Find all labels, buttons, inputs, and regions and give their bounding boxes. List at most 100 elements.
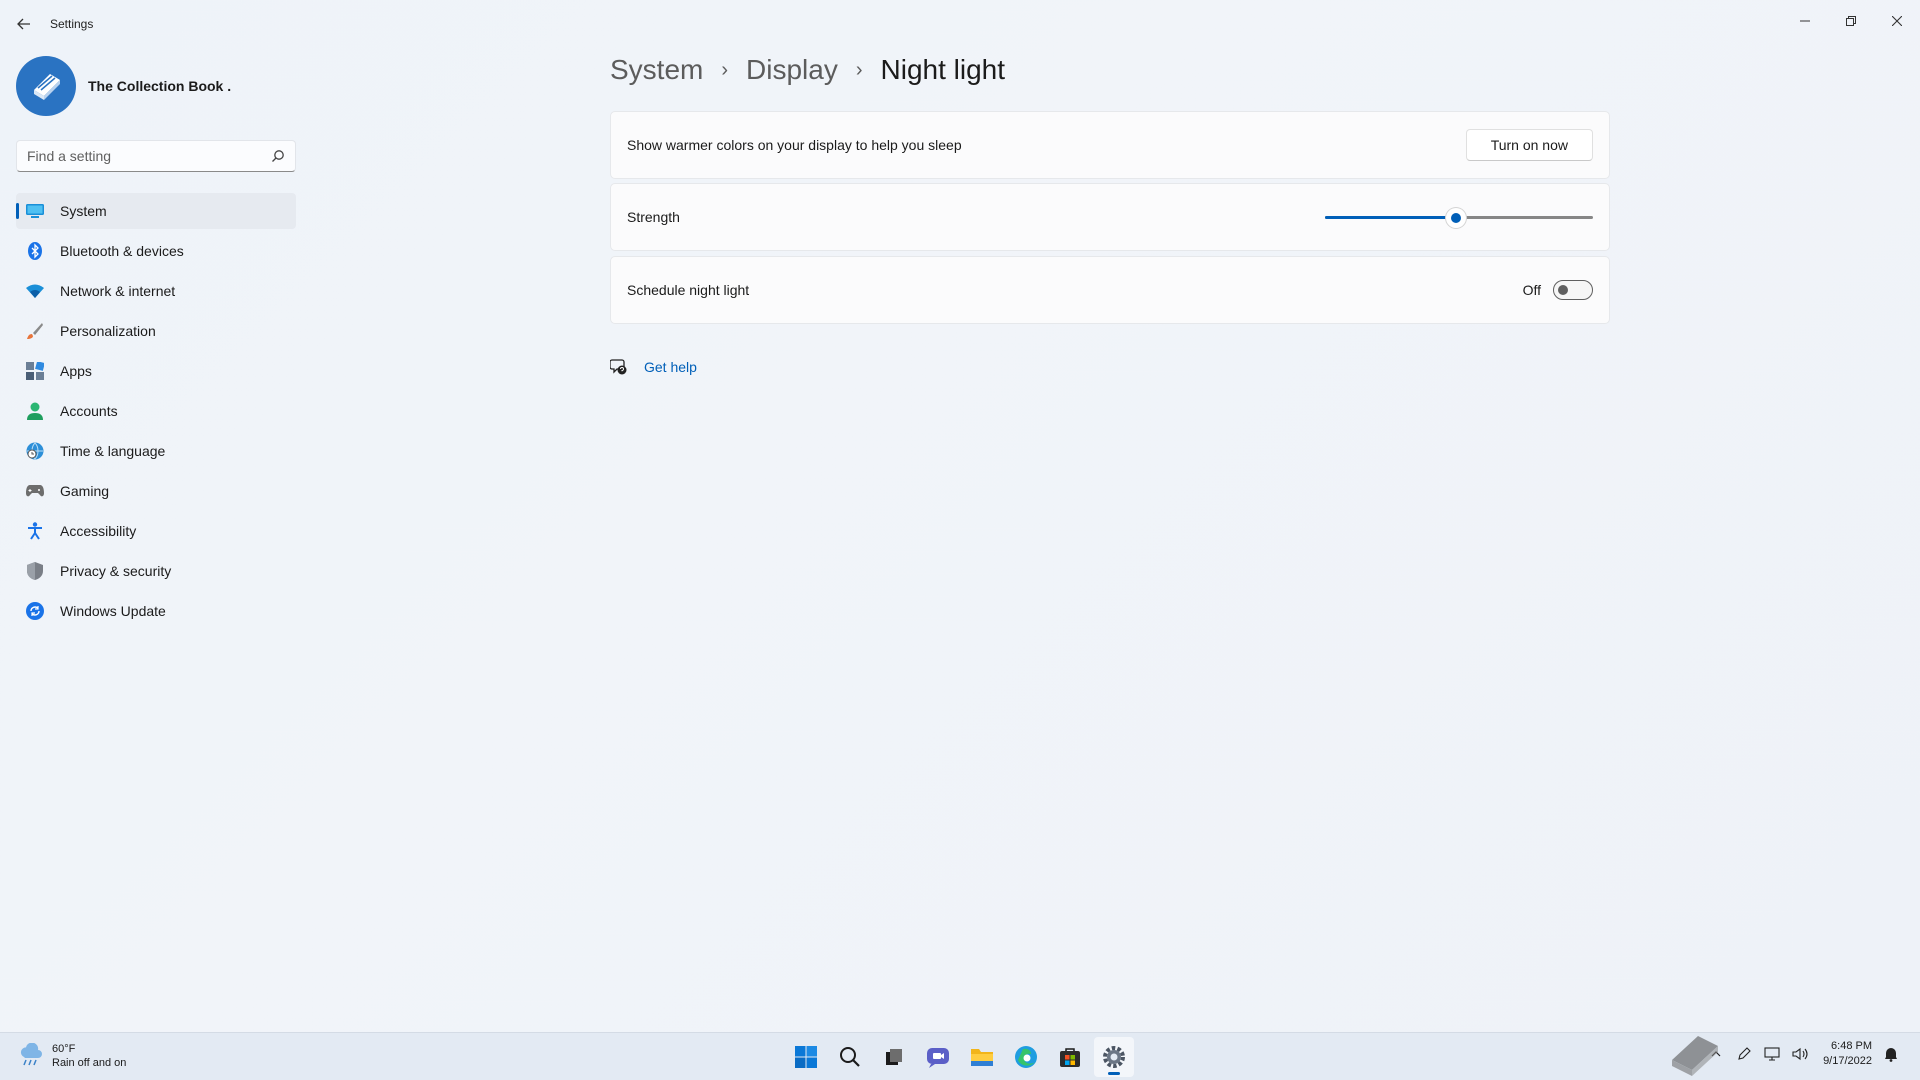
system-tray: 6:48 PM 9/17/2022 — [1697, 1039, 1900, 1069]
file-explorer-button[interactable] — [962, 1037, 1002, 1077]
slider-thumb[interactable] — [1446, 208, 1467, 228]
minimize-icon — [1800, 20, 1810, 22]
globe-clock-icon — [26, 442, 44, 460]
bluetooth-icon — [26, 242, 44, 260]
taskbar-apps — [786, 1037, 1138, 1077]
settings-icon — [1103, 1046, 1125, 1068]
strength-card: Strength — [610, 183, 1610, 251]
get-help-link[interactable]: Get help — [644, 359, 697, 375]
sidebar-item-system[interactable]: System — [16, 193, 296, 229]
search-icon[interactable] — [271, 149, 285, 163]
schedule-toggle-state: Off — [1522, 282, 1541, 298]
taskbar-search-button[interactable] — [830, 1037, 870, 1077]
schedule-toggle[interactable] — [1553, 280, 1593, 300]
sidebar-nav: System Bluetooth & devices Network & int… — [16, 193, 296, 633]
sidebar-item-apps[interactable]: Apps — [16, 353, 296, 389]
breadcrumb: System › Display › Night light — [610, 54, 1005, 86]
brush-icon — [26, 322, 44, 340]
taskbar: 60°F Rain off and on 6:48 PM 9/17/2022 — [0, 1032, 1920, 1080]
sidebar-item-bluetooth[interactable]: Bluetooth & devices — [16, 233, 296, 269]
help-section: Get help — [610, 358, 697, 376]
search-icon — [840, 1047, 860, 1067]
search-box[interactable] — [16, 140, 296, 172]
sidebar-item-label: Accessibility — [60, 523, 137, 539]
wifi-icon — [26, 282, 44, 300]
sidebar-item-label: Windows Update — [60, 603, 166, 619]
turn-on-now-card: Show warmer colors on your display to he… — [610, 111, 1610, 179]
book-icon — [34, 74, 60, 100]
watermark-logo — [1666, 1030, 1722, 1080]
restore-icon — [1846, 16, 1856, 26]
help-icon — [610, 359, 627, 375]
sidebar-item-label: System — [60, 203, 107, 219]
back-button[interactable] — [10, 12, 38, 36]
sidebar-item-label: Accounts — [60, 403, 118, 419]
sidebar-item-privacy[interactable]: Privacy & security — [16, 553, 296, 589]
chevron-right-icon: › — [855, 58, 863, 81]
strength-label: Strength — [627, 209, 680, 225]
store-icon — [1060, 1048, 1080, 1067]
accounts-icon — [26, 402, 44, 420]
chevron-right-icon: › — [721, 58, 729, 81]
close-icon — [1892, 16, 1902, 26]
close-button[interactable] — [1874, 6, 1920, 36]
weather-condition: Rain off and on — [52, 1057, 127, 1069]
search-input[interactable] — [27, 148, 271, 164]
strength-slider[interactable] — [1325, 207, 1593, 228]
user-profile[interactable]: The Collection Book . — [16, 56, 231, 116]
clock[interactable]: 6:48 PM 9/17/2022 — [1823, 1039, 1872, 1069]
sidebar-item-accounts[interactable]: Accounts — [16, 393, 296, 429]
sidebar-item-personalization[interactable]: Personalization — [16, 313, 296, 349]
weather-temp: 60°F — [52, 1043, 76, 1055]
sidebar-item-gaming[interactable]: Gaming — [16, 473, 296, 509]
settings-taskbar-button[interactable] — [1094, 1037, 1134, 1077]
weather-widget[interactable]: 60°F Rain off and on — [18, 1042, 126, 1070]
windows-start-icon — [795, 1046, 817, 1068]
page-title: Night light — [880, 54, 1006, 85]
system-icon — [26, 202, 44, 220]
slider-fill — [1325, 216, 1457, 219]
edge-icon — [1015, 1046, 1037, 1068]
chat-button[interactable] — [918, 1037, 958, 1077]
sidebar-item-label: Network & internet — [60, 283, 176, 299]
store-button[interactable] — [1050, 1037, 1090, 1077]
sidebar-item-label: Apps — [60, 363, 92, 379]
task-view-button[interactable] — [874, 1037, 914, 1077]
title-bar: Settings — [0, 0, 1920, 48]
schedule-card: Schedule night light Off — [610, 256, 1610, 324]
update-icon — [26, 602, 44, 620]
sidebar-item-label: Time & language — [60, 443, 166, 459]
sidebar-item-network[interactable]: Network & internet — [16, 273, 296, 309]
app-title: Settings — [50, 17, 94, 31]
gamepad-icon — [26, 482, 44, 500]
file-explorer-icon — [971, 1049, 993, 1066]
apps-icon — [26, 362, 44, 380]
turn-on-now-button[interactable]: Turn on now — [1465, 129, 1593, 161]
sidebar-item-time-language[interactable]: Time & language — [16, 433, 296, 469]
turn-on-label: Show warmer colors on your display to he… — [627, 137, 962, 153]
sidebar-item-windows-update[interactable]: Windows Update — [16, 593, 296, 629]
profile-name: The Collection Book . — [88, 78, 232, 94]
schedule-label: Schedule night light — [627, 282, 750, 298]
avatar — [16, 56, 76, 116]
book-icon — [1672, 1036, 1718, 1076]
chat-icon — [927, 1048, 949, 1068]
edge-button[interactable] — [1006, 1037, 1046, 1077]
notification-icon[interactable] — [1882, 1045, 1900, 1063]
volume-icon[interactable] — [1791, 1045, 1809, 1063]
network-icon[interactable] — [1763, 1045, 1781, 1063]
back-arrow-icon — [17, 18, 30, 30]
restore-button[interactable] — [1828, 6, 1874, 36]
breadcrumb-item-display[interactable]: Display — [746, 54, 838, 86]
minimize-button[interactable] — [1782, 6, 1828, 36]
accessibility-icon — [26, 522, 44, 540]
breadcrumb-item-system[interactable]: System — [610, 54, 703, 86]
sidebar-item-label: Gaming — [60, 483, 110, 499]
sidebar-item-accessibility[interactable]: Accessibility — [16, 513, 296, 549]
pen-icon[interactable] — [1735, 1045, 1753, 1063]
sidebar-item-label: Personalization — [60, 323, 156, 339]
sidebar-item-label: Privacy & security — [60, 563, 172, 579]
clock-date: 9/17/2022 — [1823, 1055, 1872, 1067]
shield-icon — [26, 562, 44, 580]
start-button[interactable] — [786, 1037, 826, 1077]
